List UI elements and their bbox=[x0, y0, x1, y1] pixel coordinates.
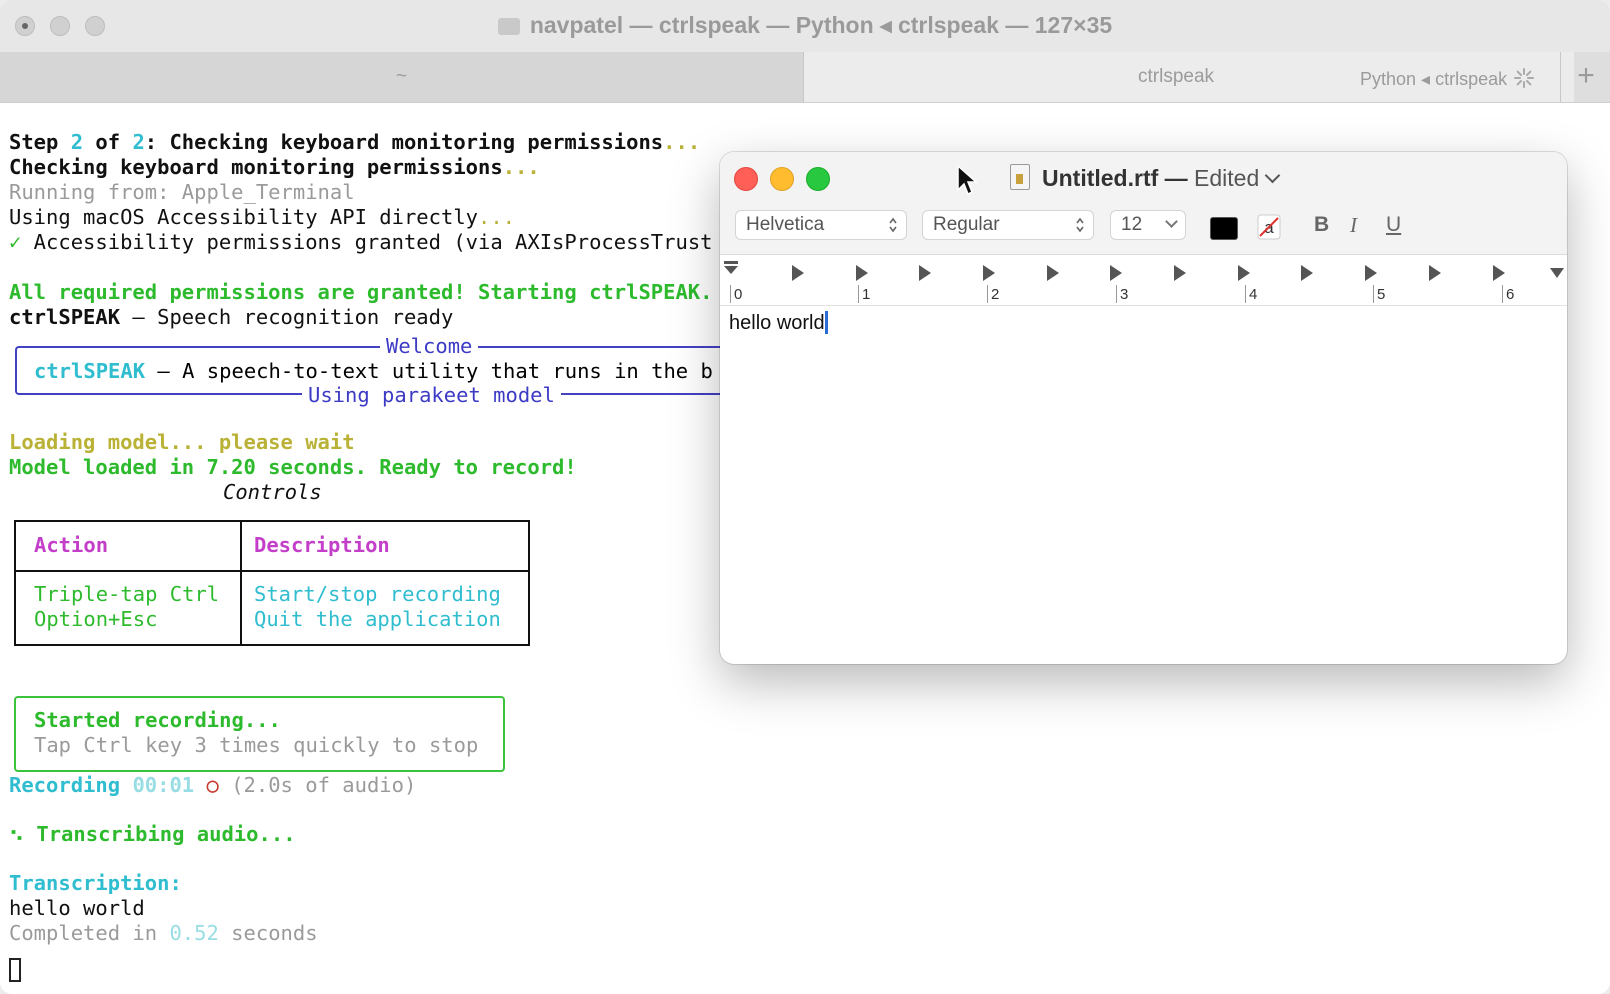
ruler-tick bbox=[1373, 285, 1374, 303]
tap-to-stop-text: Tap Ctrl key 3 times quickly to stop bbox=[34, 733, 479, 757]
check-icon: ✓ bbox=[9, 230, 22, 254]
document-text-area[interactable]: hello world bbox=[729, 310, 828, 336]
welcome-body: ctrlSPEAK – A speech-to-text utility tha… bbox=[34, 359, 713, 383]
ruler-number: 5 bbox=[1377, 286, 1386, 303]
transcribing-line: ⠢ Transcribing audio... bbox=[9, 822, 296, 846]
document-icon bbox=[1010, 164, 1030, 190]
tab-stop-icon[interactable] bbox=[983, 265, 995, 281]
model-subtitle: Using parakeet model bbox=[302, 383, 561, 408]
transcription-text: hello world bbox=[9, 896, 145, 920]
textedit-window: Untitled.rtf — Edited Helvetica Regular … bbox=[720, 152, 1567, 664]
loaded-line: Model loaded in 7.20 seconds. Ready to r… bbox=[9, 455, 577, 479]
ruler-number: 0 bbox=[734, 286, 743, 303]
updown-arrows-icon bbox=[889, 217, 897, 233]
textedit-minimize-button[interactable] bbox=[770, 167, 794, 191]
all-granted-line: All required permissions are granted! St… bbox=[9, 280, 713, 304]
tab-stop-icon[interactable] bbox=[1365, 265, 1377, 281]
tab-stop-icon[interactable] bbox=[1238, 265, 1250, 281]
table-row-description: Start/stop recording bbox=[254, 582, 501, 606]
font-size-select[interactable]: 12 bbox=[1110, 210, 1186, 240]
folder-icon bbox=[497, 18, 520, 35]
welcome-title: Welcome bbox=[380, 334, 479, 359]
terminal-cursor bbox=[9, 958, 21, 982]
mouse-pointer-icon bbox=[957, 164, 978, 196]
tab-stop-icon[interactable] bbox=[919, 265, 931, 281]
ruler-number: 4 bbox=[1249, 286, 1258, 303]
completed-line: Completed in 0.52 seconds bbox=[9, 921, 318, 945]
table-header-action: Action bbox=[34, 533, 109, 557]
tab-home[interactable]: ~ bbox=[0, 52, 804, 102]
ruler-tick bbox=[987, 285, 988, 303]
font-family-select[interactable]: Helvetica bbox=[735, 210, 907, 240]
table-divider bbox=[240, 522, 242, 644]
record-dot-icon: ○ bbox=[206, 773, 219, 797]
indent-marker-icon[interactable] bbox=[723, 261, 739, 279]
window-title: navpatel — ctrlspeak — Python ◂ ctrlspea… bbox=[0, 12, 1610, 39]
table-row-action: Triple-tap Ctrl bbox=[34, 582, 220, 606]
bold-button[interactable]: B bbox=[1314, 210, 1329, 240]
tab-stop-icon[interactable] bbox=[1429, 265, 1441, 281]
terminal-titlebar[interactable]: navpatel — ctrlspeak — Python ◂ ctrlspea… bbox=[0, 0, 1610, 53]
new-tab-button[interactable]: + bbox=[1560, 52, 1610, 102]
terminal-tab-bar: ~ ctrlspeak Python ◂ ctrlspeak + bbox=[0, 52, 1610, 103]
running-from-line: Running from: Apple_Terminal bbox=[9, 180, 355, 204]
recording-line: Recording 00:01 ○ (2.0s of audio) bbox=[9, 773, 417, 797]
tab-stop-icon[interactable] bbox=[1110, 265, 1122, 281]
text-caret bbox=[824, 311, 828, 334]
table-header-description: Description bbox=[254, 533, 390, 557]
ruler-tick bbox=[858, 285, 859, 303]
loading-line: Loading model... please wait bbox=[9, 430, 355, 454]
spinner-glyph-icon: ⠢ bbox=[9, 822, 25, 846]
controls-table: Action Description Triple-tap Ctrl Start… bbox=[14, 520, 530, 646]
granted-line: ✓ Accessibility permissions granted (via… bbox=[9, 230, 713, 254]
right-margin-marker-icon[interactable] bbox=[1549, 267, 1565, 279]
ruler-tick bbox=[730, 285, 731, 303]
started-recording-text: Started recording... bbox=[34, 708, 281, 732]
underline-button[interactable]: U bbox=[1386, 210, 1401, 240]
ruler-number: 6 bbox=[1506, 286, 1515, 303]
tab-stop-icon[interactable] bbox=[1301, 265, 1313, 281]
tab-stop-icon[interactable] bbox=[856, 265, 868, 281]
ruler-number: 1 bbox=[862, 286, 871, 303]
ruler-tick bbox=[1245, 285, 1246, 303]
chevron-down-icon bbox=[1264, 167, 1281, 184]
ruler-number: 3 bbox=[1120, 286, 1129, 303]
ruler[interactable]: 0 1 2 3 4 5 6 bbox=[720, 254, 1567, 306]
ruler-tick bbox=[1116, 285, 1117, 303]
activity-spinner-icon bbox=[1514, 68, 1535, 88]
api-line: Using macOS Accessibility API directly..… bbox=[9, 205, 516, 229]
document-title[interactable]: Untitled.rtf — Edited bbox=[1010, 160, 1281, 196]
transcription-label: Transcription: bbox=[9, 871, 182, 895]
step-line: Step 2 of 2: Checking keyboard monitorin… bbox=[9, 130, 701, 154]
textedit-zoom-button[interactable] bbox=[806, 167, 830, 191]
tab-python-ctrlspeak[interactable]: Python ◂ ctrlspeak bbox=[1360, 52, 1535, 102]
ruler-number: 2 bbox=[991, 286, 1000, 303]
ready-line: ctrlSPEAK – Speech recognition ready bbox=[9, 305, 454, 329]
recording-panel: Started recording... Tap Ctrl key 3 time… bbox=[14, 696, 505, 772]
checking-line: Checking keyboard monitoring permissions… bbox=[9, 155, 540, 179]
tab-stop-icon[interactable] bbox=[1174, 265, 1186, 281]
table-row-action: Option+Esc bbox=[34, 607, 158, 631]
table-row-description: Quit the application bbox=[254, 607, 501, 631]
ruler-tick bbox=[1502, 285, 1503, 303]
tab-stop-icon[interactable] bbox=[1047, 265, 1059, 281]
controls-title: Controls bbox=[223, 480, 322, 504]
font-style-select[interactable]: Regular bbox=[922, 210, 1094, 240]
terminal-output[interactable]: Step 2 of 2: Checking keyboard monitorin… bbox=[9, 130, 713, 945]
italic-button[interactable]: I bbox=[1350, 210, 1357, 240]
updown-arrows-icon bbox=[1076, 217, 1084, 233]
textedit-toolbar: Untitled.rtf — Edited Helvetica Regular … bbox=[720, 152, 1567, 254]
text-color-swatch[interactable] bbox=[1210, 217, 1238, 240]
tab-stop-icon[interactable] bbox=[1493, 265, 1505, 281]
chevron-down-icon bbox=[1165, 215, 1178, 228]
highlight-color-icon[interactable]: a bbox=[1257, 214, 1281, 240]
tab-stop-icon[interactable] bbox=[792, 265, 804, 281]
textedit-close-button[interactable] bbox=[734, 167, 758, 191]
